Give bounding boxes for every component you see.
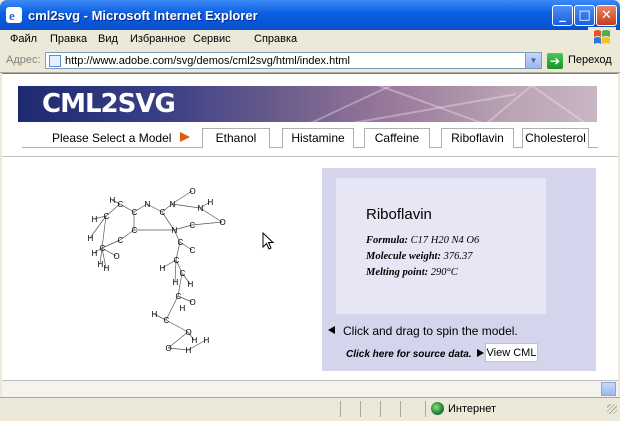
molecule-atom: H [186, 346, 192, 355]
address-label: Адрес: [6, 54, 41, 66]
tab-histamine[interactable]: Histamine [282, 128, 354, 148]
address-input[interactable]: http://www.adobe.com/svg/demos/cml2svg/h… [45, 52, 542, 69]
left-arrow-icon [328, 326, 335, 334]
horizontal-scrollbar[interactable] [2, 380, 618, 398]
maximize-button[interactable]: □ [574, 5, 595, 26]
molecule-name: Riboflavin [366, 206, 432, 223]
molecule-atom: H [92, 215, 98, 224]
window-title: cml2svg - Microsoft Internet Explorer [28, 8, 258, 23]
molecule-atom: C [164, 316, 170, 325]
menu-favorites[interactable]: Избранное [130, 33, 186, 45]
molecule-atom: N [170, 200, 176, 209]
molecule-atom: C [100, 244, 106, 253]
weight-line: Molecule weight: 376.37 [366, 251, 473, 262]
tab-riboflavin[interactable]: Riboflavin [441, 128, 514, 148]
formula-line: Formula: C17 H20 N4 O6 [366, 235, 480, 246]
menu-edit[interactable]: Правка [50, 33, 87, 45]
molecule-atom: H [92, 249, 98, 258]
menu-view[interactable]: Вид [98, 33, 118, 45]
minimize-button[interactable]: _ [552, 5, 573, 26]
internet-zone-icon [431, 402, 444, 415]
molecule-atom: O [166, 344, 172, 353]
molecule-atom: O [114, 252, 120, 261]
page-viewport: CML2SVG Please Select a Model Ethanol Hi… [2, 73, 618, 381]
title-bar: e cml2svg - Microsoft Internet Explorer … [0, 0, 620, 30]
menu-file[interactable]: Файл [10, 33, 37, 45]
molecule-atom: C [104, 212, 110, 221]
menu-help[interactable]: Справка [254, 33, 297, 45]
tab-ethanol[interactable]: Ethanol [202, 128, 270, 148]
molecule-atom: N [198, 204, 204, 213]
molecule-atom: C [180, 269, 186, 278]
tab-caffeine[interactable]: Caffeine [364, 128, 430, 148]
molecule-atom: H [208, 198, 214, 207]
molecule-atom: N [145, 200, 151, 209]
spin-instruction: Click and drag to spin the model. [328, 324, 518, 338]
molecule-atom: H [104, 264, 110, 273]
molecule-atom: O [190, 298, 196, 307]
go-arrow-icon[interactable]: ➔ [547, 53, 563, 69]
molecule-atom: H [110, 196, 116, 205]
right-arrow-icon [476, 349, 484, 357]
source-data-link[interactable]: Click here for source data. [346, 349, 484, 360]
menu-bar: Файл Правка Вид Избранное Сервис Справка [0, 30, 620, 51]
address-bar: Адрес: http://www.adobe.com/svg/demos/cm… [0, 50, 620, 73]
molecule-atom: H [173, 278, 179, 287]
go-button[interactable]: Переход [568, 54, 612, 66]
molecule-bond [191, 221, 223, 226]
view-cml-button[interactable]: View CML [485, 343, 538, 362]
menu-tools[interactable]: Сервис [193, 33, 231, 45]
molecule-atom: H [160, 264, 166, 273]
resize-grip-icon[interactable] [607, 404, 617, 414]
molecule-atom: O [220, 218, 226, 227]
zone-label: Интернет [448, 403, 496, 415]
molecule-bond [171, 203, 201, 209]
molecule-atom: C [160, 208, 166, 217]
status-bar: Интернет [0, 397, 620, 421]
molecule-atom: C [174, 256, 180, 265]
windows-logo-icon [588, 27, 616, 49]
molecule-atom: H [88, 234, 94, 243]
select-arrow-icon [180, 132, 190, 142]
melting-line: Melting point: 290°C [366, 267, 458, 278]
molecule-atom: H [180, 304, 186, 313]
molecule-atom: H [204, 336, 210, 345]
molecule-atom: C [176, 292, 182, 301]
banner-logo: CML2SVG [42, 89, 176, 119]
address-url[interactable]: http://www.adobe.com/svg/demos/cml2svg/h… [65, 55, 350, 67]
cml2svg-banner: CML2SVG [18, 86, 597, 122]
molecule-info-panel: Riboflavin Formula: C17 H20 N4 O6 Molecu… [322, 168, 596, 371]
molecule-atom: O [190, 187, 196, 196]
scroll-down-icon[interactable] [601, 382, 616, 396]
molecule-atom: C [118, 200, 124, 209]
mouse-cursor-icon [262, 232, 275, 250]
molecule-viewer[interactable]: H CCCHCCNCNONHOCNCCCHHCHCOHCHOHO HHCOHHHH [82, 172, 282, 362]
select-model-label: Please Select a Model [52, 131, 172, 145]
close-button[interactable]: ✕ [596, 5, 617, 26]
molecule-atom: C [132, 226, 138, 235]
molecule-atom: H [152, 310, 158, 319]
molecule-atom: C [190, 221, 196, 230]
molecule-atom: C [118, 236, 124, 245]
molecule-atom: N [172, 226, 178, 235]
page-icon [49, 55, 61, 67]
molecule-atom: H [192, 336, 198, 345]
molecule-atom: C [178, 238, 184, 247]
molecule-atom: H [188, 280, 194, 289]
address-dropdown-icon[interactable]: ▼ [525, 53, 541, 68]
molecule-info-card: Riboflavin Formula: C17 H20 N4 O6 Molecu… [336, 178, 546, 314]
tab-cholesterol[interactable]: Cholesterol [522, 128, 589, 148]
molecule-atom: C [132, 208, 138, 217]
model-selector: Please Select a Model Ethanol Histamine … [2, 127, 618, 152]
molecule-atom: C [190, 246, 196, 255]
ie-icon[interactable]: e [6, 7, 22, 23]
